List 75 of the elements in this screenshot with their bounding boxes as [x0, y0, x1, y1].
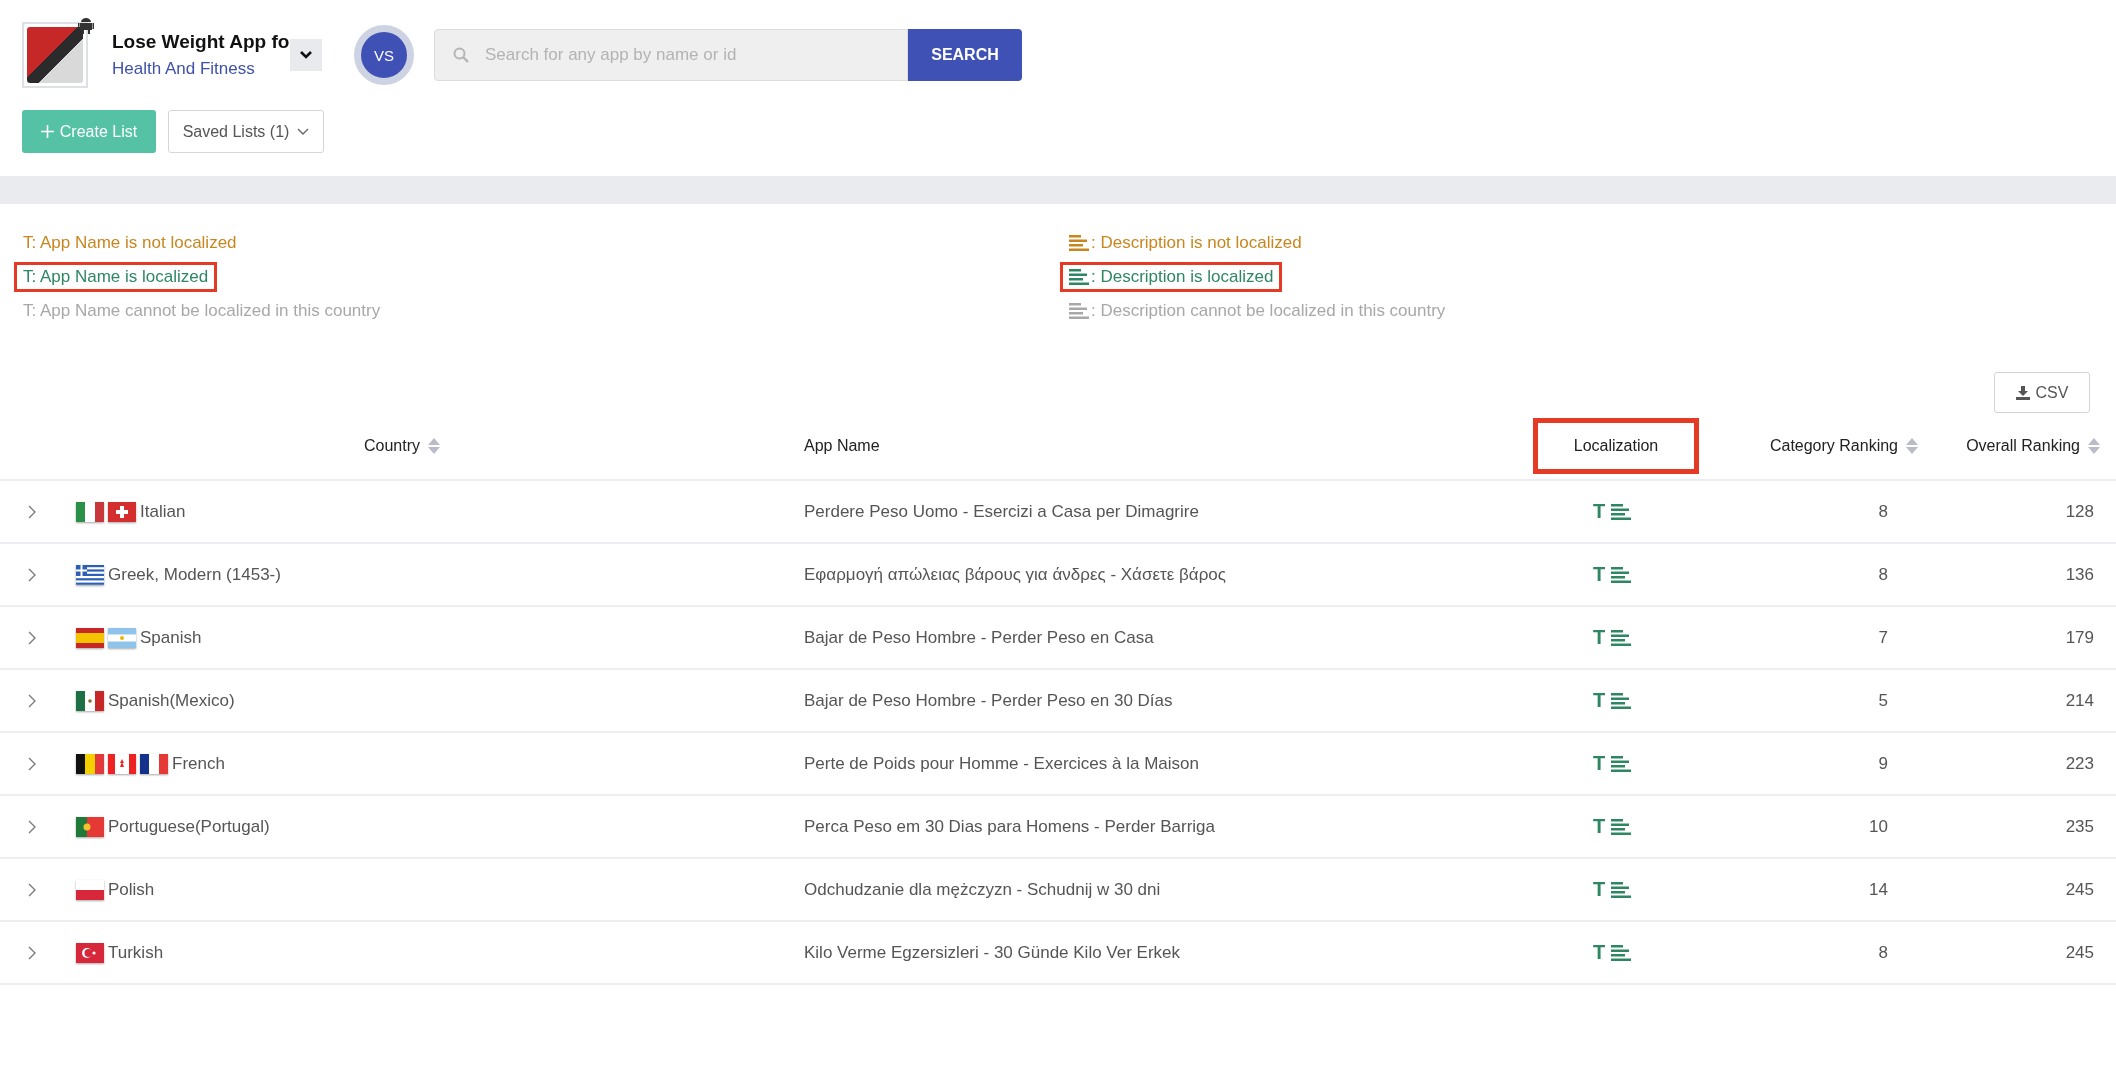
column-header[interactable]: Overall Ranking: [1966, 437, 2080, 455]
column-header[interactable]: App Name: [804, 437, 880, 455]
country-name: Turkish: [108, 942, 164, 963]
app-name: Perte de Poids pour Homme - Exercices à la Maison: [804, 753, 1199, 774]
csv-download-button[interactable]: CSV: [1994, 372, 2090, 413]
overall-ranking: 245: [2065, 942, 2095, 963]
overall-ranking: 214: [2065, 690, 2095, 711]
country-name: Spanish(Mexico): [108, 690, 235, 711]
legend-text: : Description cannot be localized in this country: [1091, 301, 1446, 321]
download-icon: [2015, 385, 2030, 400]
country-name: Italian: [140, 501, 186, 522]
chevron-right-icon[interactable]: [28, 567, 36, 582]
app-name: Perca Peso em 30 Dias para Homens - Perder Barriga: [804, 816, 1215, 837]
legend-text: T: App Name is not localized: [23, 233, 237, 253]
chevron-right-icon[interactable]: [28, 630, 36, 645]
category-ranking: 9: [1878, 753, 1889, 774]
overall-ranking: 128: [2065, 501, 2095, 522]
name-status-mark: T: [1592, 752, 1606, 775]
app-name: Perdere Peso Uomo - Esercizi a Casa per Dimagrire: [804, 501, 1199, 522]
category-ranking: 8: [1878, 564, 1889, 585]
overall-ranking: 223: [2065, 753, 2095, 774]
android-icon: [78, 16, 94, 34]
overall-ranking: 245: [2065, 879, 2095, 900]
search-icon: [453, 47, 469, 63]
country-name: French: [172, 753, 225, 774]
app-icon: [27, 27, 83, 83]
chevron-right-icon[interactable]: [28, 693, 36, 708]
overall-ranking: 235: [2065, 816, 2095, 837]
chevron-right-icon[interactable]: [28, 882, 36, 897]
chevron-right-icon[interactable]: [28, 819, 36, 834]
country-name: Greek, Modern (1453-): [108, 564, 281, 585]
dropdown-button[interactable]: [290, 39, 322, 71]
app-name: Bajar de Peso Hombre - Perder Peso en 30 Días: [804, 690, 1173, 711]
column-header[interactable]: Category Ranking: [1769, 437, 1898, 455]
search-field[interactable]: Search for any app by name or id: [434, 29, 908, 81]
saved-lists-button[interactable]: Saved Lists (1): [168, 110, 324, 153]
app-category[interactable]: Health And Fitness: [112, 59, 290, 79]
category-ranking: 5: [1878, 690, 1889, 711]
country-name: Spanish: [140, 627, 202, 648]
country-name: Polish: [108, 879, 155, 900]
chevron-right-icon[interactable]: [28, 756, 36, 771]
name-status-mark: T: [1592, 815, 1606, 838]
name-status-mark: T: [1592, 563, 1606, 586]
overall-ranking: 136: [2065, 564, 2095, 585]
chevron-right-icon[interactable]: [28, 945, 36, 960]
name-status-mark: T: [1592, 878, 1606, 901]
name-status-mark: T: [1592, 689, 1606, 712]
overall-ranking: 179: [2065, 627, 2095, 648]
app-name: Εφαρμογή απώλειας βάρους για άνδρες - Χάσετε βάρος: [804, 564, 1226, 585]
name-status-mark: T: [1592, 500, 1606, 523]
chevron-down-icon: [297, 128, 310, 135]
category-ranking: 8: [1878, 501, 1889, 522]
legend-text: : Description is not localized: [1091, 233, 1302, 253]
category-ranking: 8: [1878, 942, 1889, 963]
category-ranking: 7: [1878, 627, 1889, 648]
chevron-right-icon[interactable]: [28, 504, 36, 519]
name-status-mark: T: [1592, 626, 1606, 649]
legend-text: T: App Name cannot be localized in this country: [23, 301, 381, 321]
app-name: Bajar de Peso Hombre - Perder Peso en Casa: [804, 627, 1154, 648]
chevron-down-icon: [300, 51, 312, 59]
vs-button[interactable]: VS: [354, 25, 414, 85]
category-ranking: 10: [1869, 816, 1889, 837]
app-name: Odchudzanie dla mężczyzn - Schudnij w 30 dni: [804, 879, 1161, 900]
legend-text: : Description is localized: [1091, 267, 1274, 287]
app-title: Lose Weight App fo: [112, 31, 290, 53]
category-ranking: 14: [1869, 879, 1889, 900]
highlighted-column-header[interactable]: Localization: [1532, 418, 1700, 474]
legend-text: T: App Name is localized: [23, 267, 209, 287]
country-name: Portuguese(Portugal): [108, 816, 270, 837]
search-input[interactable]: Search for any app by name or id: [483, 44, 889, 66]
search-button[interactable]: SEARCH: [908, 29, 1022, 81]
name-status-mark: T: [1592, 941, 1606, 964]
app-name: Kilo Verme Egzersizleri - 30 Günde Kilo Ver Erkek: [804, 942, 1181, 963]
plus-icon: [40, 125, 54, 138]
column-header[interactable]: Country: [364, 437, 420, 455]
